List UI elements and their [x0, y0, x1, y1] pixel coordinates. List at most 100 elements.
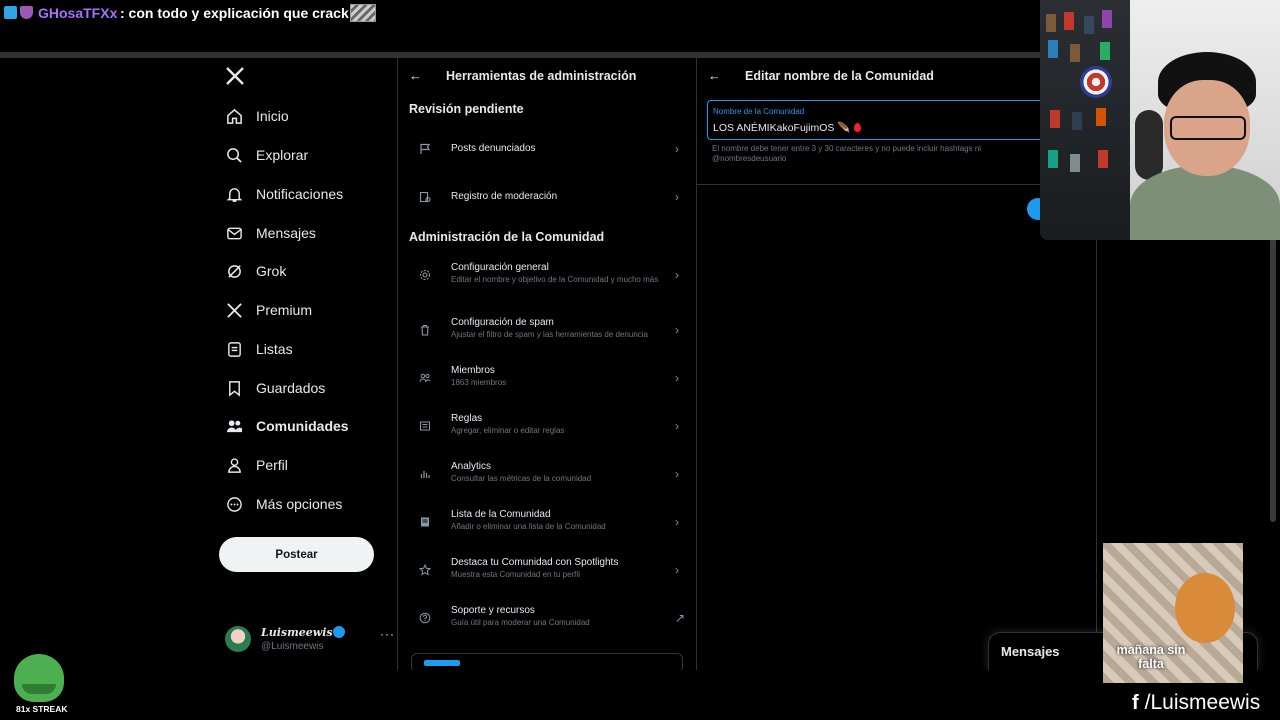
sidebar-item-label: Explorar [256, 147, 309, 163]
account-display-name: Luismeewis [261, 626, 333, 639]
log-icon [418, 190, 432, 204]
row-subtitle: Muestra esta Comunidad en tu perfil [451, 570, 580, 579]
rules-icon [418, 419, 432, 433]
sidebar-item-explorar[interactable]: Explorar [225, 139, 308, 171]
community-name-field[interactable]: Nombre de la Comunidad LOS ANÉMIKakoFuji… [707, 100, 1087, 140]
chevron-right-icon: › [675, 419, 679, 433]
messages-drawer-label: Mensajes [1001, 644, 1060, 659]
row-subtitle: Añadir o eliminar una lista de la Comuni… [451, 522, 606, 531]
chevron-right-icon: › [675, 371, 679, 385]
social-handle: f /Luismeewis [1132, 690, 1260, 716]
chat-emote-icon [350, 4, 376, 22]
edit-name-column: ← Editar nombre de la Comunidad Nombre d… [697, 58, 1097, 670]
row-title: Posts denunciados [451, 143, 536, 154]
chat-badge-icon [20, 6, 33, 19]
row-title: Lista de la Comunidad [451, 509, 551, 520]
chevron-right-icon: › [675, 268, 679, 282]
sidebar-item-listas[interactable]: Listas [225, 333, 293, 365]
chevron-right-icon: › [675, 467, 679, 481]
sidebar-item-label: Inicio [256, 108, 289, 124]
chat-badge-icon [4, 6, 17, 19]
sidebar-item-label: Premium [256, 302, 313, 318]
admin-row-spotlights[interactable]: Destaca tu Comunidad con Spotlights Mues… [398, 551, 696, 595]
drop-emoji-icon [854, 123, 862, 132]
streamer-hoodie [1130, 165, 1280, 240]
members-icon [418, 371, 432, 385]
sidebar-item-mas-opciones[interactable]: Más opciones [225, 488, 342, 520]
card-accent [424, 660, 460, 666]
sidebar-item-grok[interactable]: Grok [225, 255, 286, 287]
admin-row-community-list[interactable]: Lista de la Comunidad Añadir o eliminar … [398, 503, 696, 547]
bottom-card [411, 653, 683, 670]
row-title: Configuración general [451, 262, 549, 273]
row-subtitle: Editar el nombre y objetivo de la Comuni… [451, 275, 659, 284]
external-link-icon: ↗ [675, 611, 686, 625]
x-logo-icon[interactable] [225, 66, 247, 88]
account-handle: @Luismeewis [261, 641, 324, 652]
people-icon [225, 417, 243, 435]
streak-widget: 81x STREAK [10, 654, 70, 716]
row-title: Registro de moderación [451, 191, 558, 202]
admin-row-support[interactable]: Soporte y recursos Guía útil para modera… [398, 599, 696, 643]
chevron-right-icon: › [675, 563, 679, 577]
sidebar-item-label: Mensajes [256, 225, 316, 241]
row-title: Soporte y recursos [451, 605, 535, 616]
field-value: LOS ANÉMIKakoFujimOS [713, 122, 835, 134]
row-title: Configuración de spam [451, 317, 554, 328]
back-arrow-icon[interactable]: ← [708, 68, 721, 83]
trash-icon [418, 323, 432, 337]
admin-header: ← Herramientas de administración [398, 58, 696, 94]
post-button[interactable]: Postear [219, 537, 374, 572]
admin-row-reported-posts[interactable]: Posts denunciados › [398, 130, 696, 174]
sidebar-item-label: Notificaciones [256, 186, 344, 202]
mail-icon [225, 224, 243, 242]
admin-row-analytics[interactable]: Analytics Consultar las métricas de la c… [398, 455, 696, 499]
avatar [225, 626, 251, 652]
admin-row-spam-settings[interactable]: Configuración de spam Ajustar el filtro … [398, 311, 696, 355]
row-title: Analytics [451, 461, 492, 472]
sidebar: Inicio Explorar Notificaciones Mensajes … [215, 58, 395, 670]
admin-tools-column: ← Herramientas de administración Revisió… [397, 58, 697, 670]
section-title-community: Administración de la Comunidad [409, 230, 605, 244]
sidebar-item-label: Más opciones [256, 496, 343, 512]
admin-row-rules[interactable]: Reglas Agregar, eliminar o editar reglas… [398, 407, 696, 451]
row-subtitle: 1863 miembros [451, 378, 507, 387]
search-icon [225, 146, 243, 164]
sidebar-item-inicio[interactable]: Inicio [225, 100, 289, 132]
admin-row-members[interactable]: Miembros 1863 miembros › [398, 359, 696, 403]
admin-row-moderation-log[interactable]: Registro de moderación › [398, 178, 696, 222]
section-title-pending: Revisión pendiente [409, 102, 524, 116]
sidebar-item-comunidades[interactable]: Comunidades [225, 410, 349, 442]
sidebar-item-label: Listas [256, 341, 293, 357]
captain-america-shield-icon [1080, 66, 1112, 98]
gear-icon [418, 268, 432, 282]
back-arrow-icon[interactable]: ← [409, 68, 422, 83]
feather-emoji-icon: 🪶 [837, 122, 851, 134]
social-handle-text: /Luismeewis [1144, 691, 1261, 714]
chevron-right-icon: › [675, 190, 679, 204]
chat-badges [4, 6, 33, 19]
cat-overlay: mañana sin falta [1103, 543, 1243, 683]
sidebar-item-label: Comunidades [256, 418, 349, 434]
field-value-row: LOS ANÉMIKakoFujimOS 🪶 [713, 121, 862, 134]
frog-emote-icon [14, 654, 64, 702]
more-icon[interactable]: ··· [380, 627, 395, 641]
webcam-overlay [1040, 0, 1280, 240]
sidebar-item-mensajes[interactable]: Mensajes [225, 217, 316, 249]
flag-icon [418, 142, 432, 156]
admin-row-general-settings[interactable]: Configuración general Editar el nombre y… [398, 256, 696, 300]
sidebar-item-guardados[interactable]: Guardados [225, 372, 325, 404]
account-switcher[interactable]: Luismeewis @Luismeewis ··· [225, 624, 394, 654]
sidebar-item-perfil[interactable]: Perfil [225, 449, 288, 481]
grok-icon [225, 262, 243, 280]
x-icon [225, 301, 243, 319]
sidebar-item-premium[interactable]: Premium [225, 294, 312, 326]
row-subtitle: Agregar, eliminar o editar reglas [451, 426, 565, 435]
bell-icon [225, 185, 243, 203]
streamer-glasses [1170, 116, 1246, 140]
facebook-icon: f [1132, 691, 1139, 714]
headset [1135, 110, 1163, 180]
divider [697, 184, 1097, 185]
sidebar-item-notificaciones[interactable]: Notificaciones [225, 178, 343, 210]
chevron-right-icon: › [675, 515, 679, 529]
